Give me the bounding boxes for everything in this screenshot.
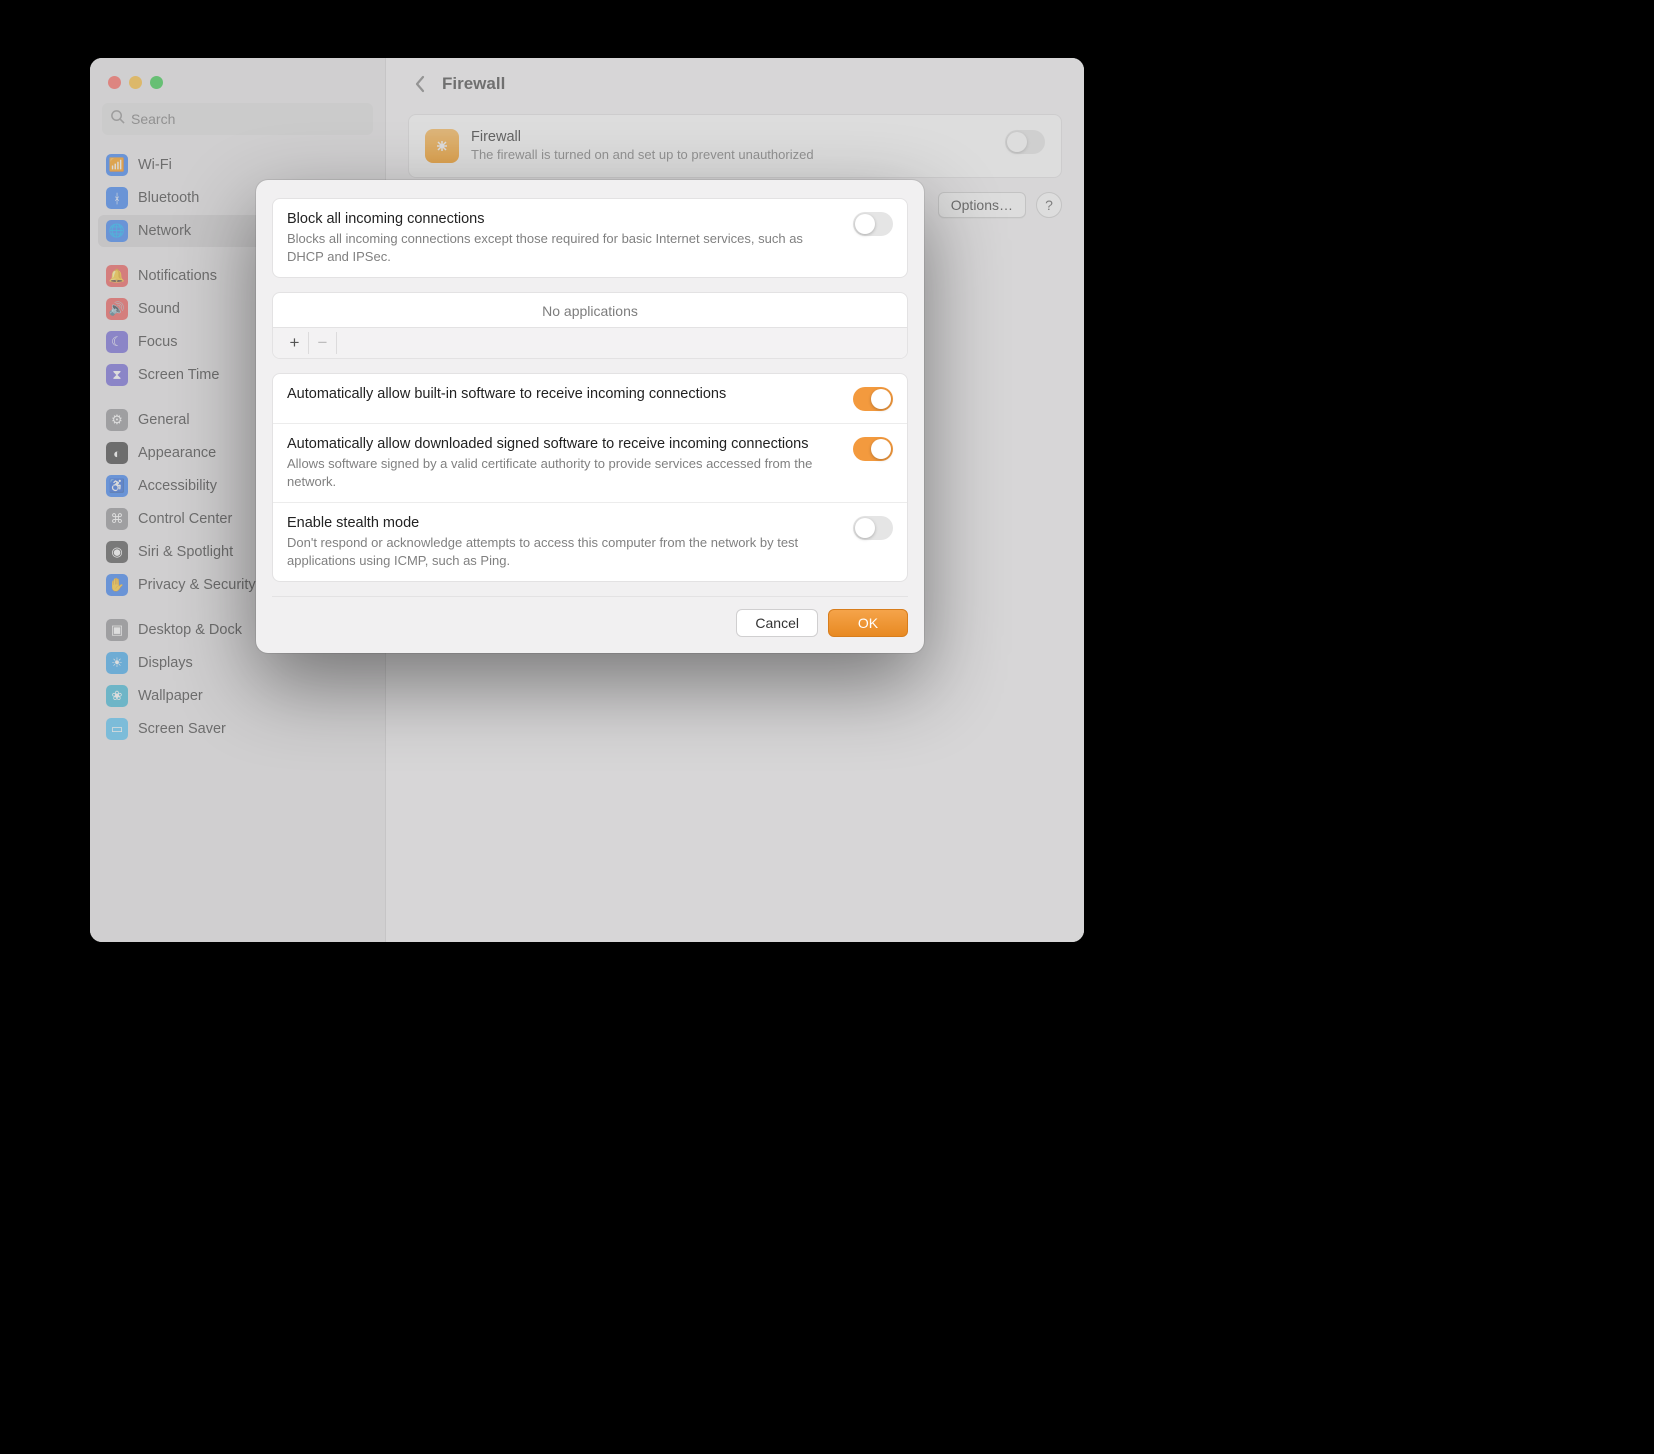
search-input[interactable]: [131, 111, 365, 127]
displays-icon: ☀: [106, 652, 128, 674]
stealth-row: Enable stealth mode Don't respond or ack…: [273, 502, 907, 581]
firewall-desc: The firewall is turned on and set up to …: [471, 147, 993, 162]
allow-signed-desc: Allows software signed by a valid certif…: [287, 455, 841, 490]
block-all-desc: Blocks all incoming connections except t…: [287, 230, 841, 265]
sidebar-item-label: Screen Saver: [138, 721, 226, 737]
sidebar-item-label: Notifications: [138, 268, 217, 284]
help-button[interactable]: ?: [1036, 192, 1062, 218]
sidebar-item-label: Appearance: [138, 445, 216, 461]
sidebar-item-label: Sound: [138, 301, 180, 317]
hourglass-icon: ⧗: [106, 364, 128, 386]
sidebar-item-label: Screen Time: [138, 367, 219, 383]
block-all-row: Block all incoming connections Blocks al…: [273, 199, 907, 277]
minimize-window-button[interactable]: [129, 76, 142, 89]
appearance-icon: ◐: [106, 442, 128, 464]
sidebar-item-label: Displays: [138, 655, 193, 671]
allow-builtin-title: Automatically allow built-in software to…: [287, 386, 841, 402]
allow-signed-toggle[interactable]: [853, 437, 893, 461]
add-application-button[interactable]: +: [281, 332, 309, 354]
sidebar-item-label: Privacy & Security: [138, 577, 256, 593]
bluetooth-icon: ᚼ: [106, 187, 128, 209]
desktop-icon: ▣: [106, 619, 128, 641]
sidebar-item-label: Focus: [138, 334, 178, 350]
allow-signed-row: Automatically allow downloaded signed so…: [273, 423, 907, 502]
allow-builtin-toggle[interactable]: [853, 387, 893, 411]
sidebar-item-label: General: [138, 412, 190, 428]
stealth-title: Enable stealth mode: [287, 515, 841, 531]
applications-empty-label: No applications: [273, 293, 907, 327]
sidebar-item-screen-saver[interactable]: ▭ Screen Saver: [98, 713, 377, 745]
bell-icon: 🔔: [106, 265, 128, 287]
firewall-toggle[interactable]: [1005, 130, 1045, 154]
accessibility-icon: ♿: [106, 475, 128, 497]
sidebar-item-label: Siri & Spotlight: [138, 544, 233, 560]
firewall-summary-row: Firewall The firewall is turned on and s…: [408, 114, 1062, 178]
page-title: Firewall: [442, 74, 505, 94]
search-field[interactable]: [102, 103, 373, 135]
back-button[interactable]: [408, 72, 432, 96]
options-button[interactable]: Options…: [938, 192, 1026, 218]
firewall-icon: [425, 129, 459, 163]
moon-icon: ☾: [106, 331, 128, 353]
firewall-label: Firewall: [471, 129, 993, 145]
sidebar-item-label: Wi-Fi: [138, 157, 172, 173]
sidebar-item-wallpaper[interactable]: ❀ Wallpaper: [98, 680, 377, 712]
control-center-icon: ⌘: [106, 508, 128, 530]
sound-icon: 🔊: [106, 298, 128, 320]
zoom-window-button[interactable]: [150, 76, 163, 89]
applications-list: No applications + −: [272, 292, 908, 359]
sidebar-item-label: Desktop & Dock: [138, 622, 242, 638]
firewall-options-sheet: Block all incoming connections Blocks al…: [256, 180, 924, 653]
stealth-desc: Don't respond or acknowledge attempts to…: [287, 534, 841, 569]
sidebar-item-label: Network: [138, 223, 191, 239]
allow-builtin-row: Automatically allow built-in software to…: [273, 374, 907, 423]
network-icon: 🌐: [106, 220, 128, 242]
wifi-icon: 📶: [106, 154, 128, 176]
sidebar-item-label: Accessibility: [138, 478, 217, 494]
close-window-button[interactable]: [108, 76, 121, 89]
siri-icon: ◉: [106, 541, 128, 563]
block-all-toggle[interactable]: [853, 212, 893, 236]
search-icon: [110, 109, 125, 129]
hand-icon: ✋: [106, 574, 128, 596]
sidebar-item-label: Control Center: [138, 511, 232, 527]
ok-button[interactable]: OK: [828, 609, 908, 637]
screensaver-icon: ▭: [106, 718, 128, 740]
allow-signed-title: Automatically allow downloaded signed so…: [287, 436, 841, 452]
traffic-lights: [90, 72, 385, 103]
sidebar-item-label: Bluetooth: [138, 190, 199, 206]
gear-icon: ⚙: [106, 409, 128, 431]
sidebar-item-wi-fi[interactable]: 📶 Wi-Fi: [98, 149, 377, 181]
wallpaper-icon: ❀: [106, 685, 128, 707]
stealth-toggle[interactable]: [853, 516, 893, 540]
cancel-button[interactable]: Cancel: [736, 609, 818, 637]
applications-toolbar: + −: [273, 327, 907, 358]
sidebar-item-label: Wallpaper: [138, 688, 203, 704]
remove-application-button[interactable]: −: [309, 332, 337, 354]
block-all-title: Block all incoming connections: [287, 211, 841, 227]
